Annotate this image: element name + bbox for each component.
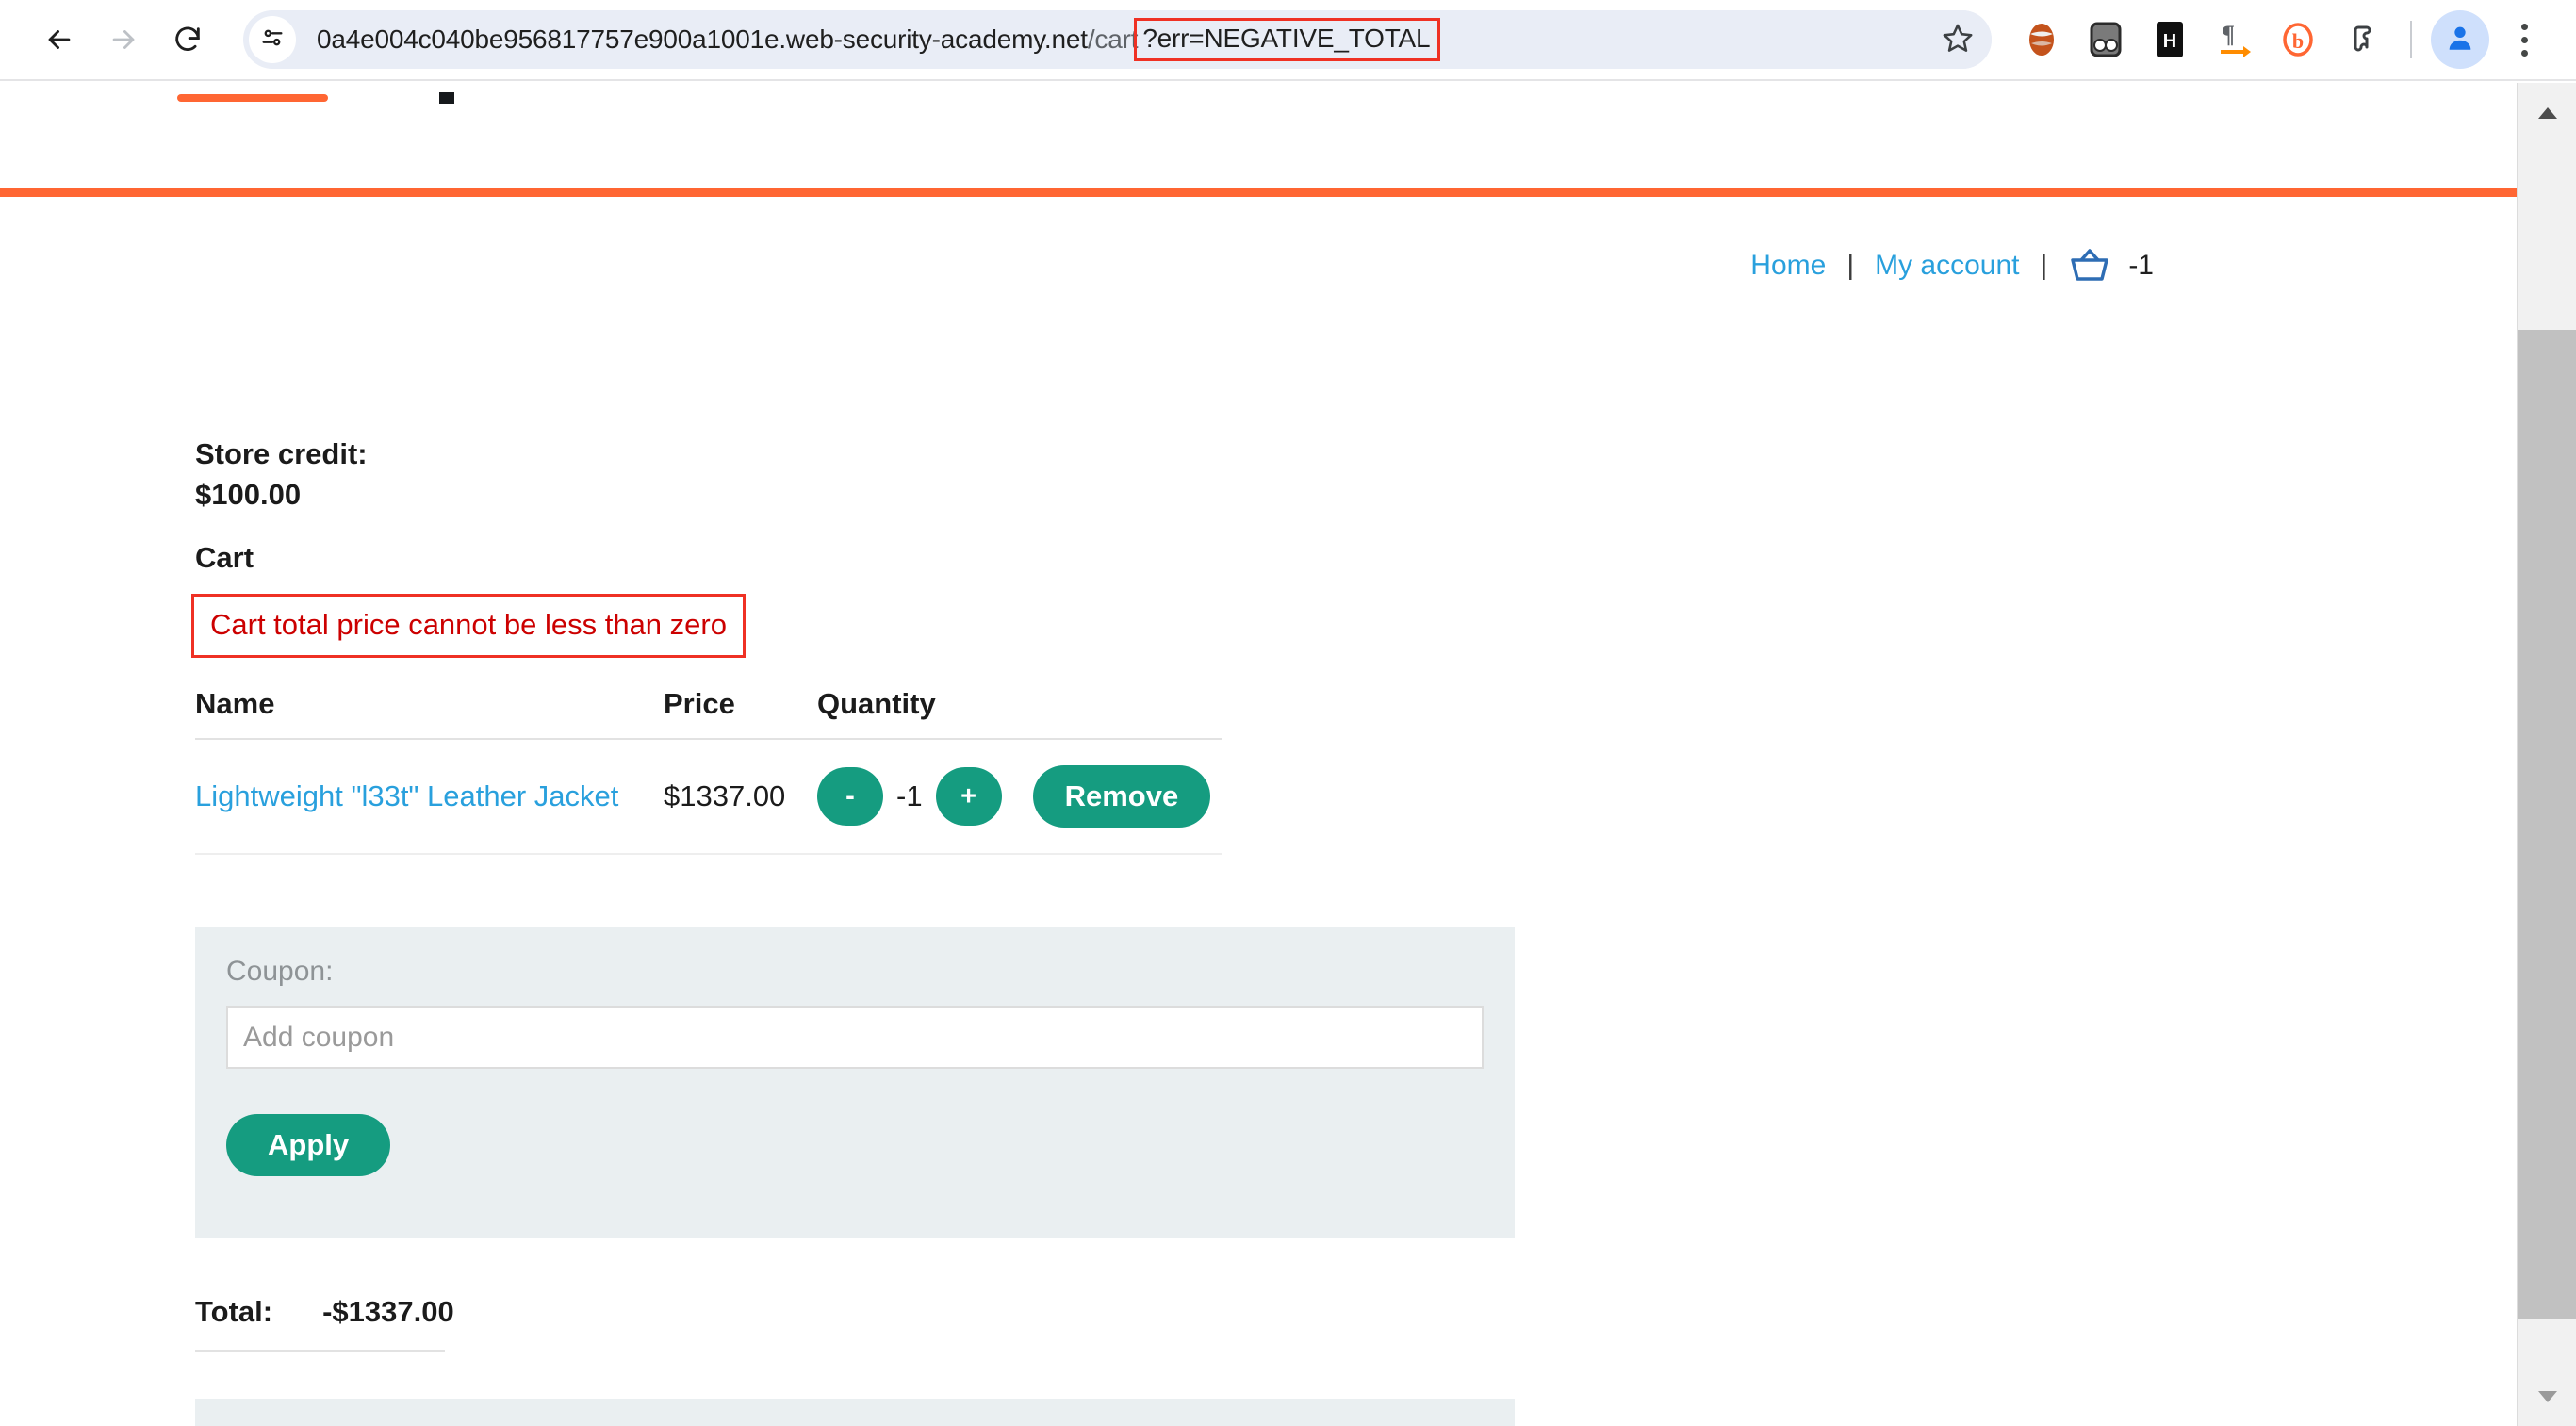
svg-text:H: H — [2163, 31, 2176, 52]
goggles-extension-icon[interactable] — [2076, 10, 2135, 69]
nav-separator-2: | — [2040, 250, 2048, 281]
scroll-down-arrow-icon[interactable] — [2518, 1367, 2576, 1426]
apply-coupon-button[interactable]: Apply — [226, 1114, 391, 1176]
address-bar[interactable]: 0a4e004c040be956817757e900a1001e.web-sec… — [243, 10, 1992, 69]
extension-toolbar: H ¶ b — [2012, 10, 2576, 69]
column-header-price: Price — [664, 687, 735, 720]
quantity-value: -1 — [896, 779, 923, 812]
column-header-quantity: Quantity — [817, 687, 936, 720]
forward-arrow-icon — [107, 24, 139, 56]
page-viewport: Home | My account | -1 Store credit: $10… — [0, 83, 2517, 1426]
site-info-button[interactable] — [249, 16, 296, 63]
column-header-name: Name — [195, 687, 275, 720]
site-settings-tune-icon — [259, 25, 286, 56]
scrollbar-thumb[interactable] — [2518, 330, 2576, 1319]
product-link[interactable]: Lightweight "l33t" Leather Jacket — [195, 779, 618, 812]
cart-total-row: Total: -$1337.00 — [195, 1295, 454, 1352]
burp-suite-extension-icon[interactable]: b — [2269, 10, 2327, 69]
pilcrow-arrow-extension-icon[interactable]: ¶ — [2205, 10, 2263, 69]
url-path: /cart — [1087, 25, 1139, 54]
forward-button[interactable] — [94, 10, 153, 69]
error-message-box: Cart total price cannot be less than zer… — [191, 594, 746, 658]
quantity-stepper: - -1 + Remove — [817, 765, 1222, 828]
total-label: Total: — [195, 1295, 273, 1328]
coupon-label: Coupon: — [226, 956, 334, 987]
product-price-cell: $1337.00 — [664, 779, 786, 812]
decrement-quantity-button[interactable]: - — [817, 767, 883, 826]
profile-avatar-icon — [2444, 22, 2476, 58]
error-message-text: Cart total price cannot be less than zer… — [210, 608, 727, 641]
cart-heading: Cart — [195, 541, 254, 574]
place-order-panel: Place order — [195, 1399, 1515, 1426]
globe-extension-icon[interactable] — [2012, 10, 2071, 69]
back-button[interactable] — [30, 10, 89, 69]
nav-separator-1: | — [1846, 250, 1855, 281]
apply-button-wrap: Apply — [226, 1069, 1484, 1176]
back-arrow-icon — [43, 24, 75, 56]
h-badge-extension-icon[interactable]: H — [2141, 10, 2199, 69]
store-credit-label: Store credit: — [195, 437, 368, 470]
coupon-panel: Coupon: Apply — [195, 927, 1515, 1238]
cart-table: Name Price Quantity Lightweight "l33t" L… — [195, 687, 1222, 855]
url-host: 0a4e004c040be956817757e900a1001e.web-sec… — [317, 25, 1088, 54]
cart-item-count: -1 — [2128, 250, 2154, 281]
increment-quantity-button[interactable]: + — [935, 767, 1002, 826]
coupon-input[interactable] — [226, 1006, 1484, 1069]
store-credit-value: $100.00 — [195, 478, 302, 511]
bookmark-button[interactable] — [1924, 10, 1992, 69]
browser-toolbar: 0a4e004c040be956817757e900a1001e.web-sec… — [0, 0, 2576, 81]
star-icon — [1942, 22, 1974, 58]
shopping-basket-icon[interactable] — [2068, 247, 2111, 285]
scroll-up-arrow-icon[interactable] — [2518, 83, 2576, 142]
page-header-clipped — [0, 83, 2517, 104]
cart-table-header: Name Price Quantity — [195, 687, 1222, 740]
product-name-cell: Lightweight "l33t" Leather Jacket — [195, 779, 664, 813]
three-dot-menu-icon[interactable] — [2495, 10, 2553, 69]
svg-text:b: b — [2292, 29, 2304, 53]
url-query-annotated: ?err=NEGATIVE_TOTAL — [1134, 18, 1441, 61]
toolbar-divider — [2410, 21, 2412, 58]
nav-link-home[interactable]: Home — [1750, 250, 1826, 282]
site-logo-sliver — [177, 94, 328, 102]
total-value: -$1337.00 — [322, 1295, 454, 1328]
page-content: Home | My account | -1 Store credit: $10… — [0, 197, 2517, 1426]
reload-button[interactable] — [158, 10, 217, 69]
site-title-sliver — [439, 92, 454, 104]
nav-link-my-account[interactable]: My account — [1875, 250, 2019, 282]
table-row: Lightweight "l33t" Leather Jacket $1337.… — [195, 740, 1222, 855]
navigation-buttons — [0, 10, 217, 69]
page-scrollbar[interactable] — [2517, 83, 2576, 1426]
svg-text:¶: ¶ — [2222, 21, 2235, 48]
reload-icon — [172, 24, 204, 56]
profile-button[interactable] — [2431, 10, 2489, 69]
url-text[interactable]: 0a4e004c040be956817757e900a1001e.web-sec… — [317, 18, 1441, 61]
remove-item-button[interactable]: Remove — [1032, 765, 1211, 828]
accent-divider — [0, 188, 2517, 197]
puzzle-extensions-icon[interactable] — [2333, 10, 2391, 69]
site-navigation: Home | My account | -1 — [1750, 247, 2154, 285]
